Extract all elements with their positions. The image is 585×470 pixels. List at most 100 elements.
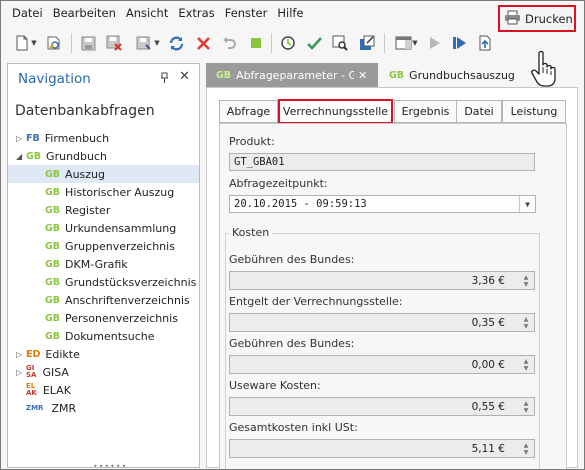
check-icon[interactable]	[305, 34, 323, 52]
application-window: Datei Bearbeiten Ansicht Extras Fenster …	[0, 0, 585, 470]
expand-icon[interactable]: ▷	[16, 134, 22, 143]
kosten-group	[225, 233, 540, 469]
tab-ergebnis[interactable]: Ergebnis	[394, 100, 457, 123]
elak-badge-icon: EL AK	[26, 382, 37, 397]
inner-tab-bar: Abfrage Verrechnungsstelle Ergebnis Date…	[219, 99, 567, 124]
toolbar-separator	[384, 33, 385, 53]
menu-hilfe[interactable]: Hilfe	[272, 6, 308, 20]
menu-extras[interactable]: Extras	[173, 6, 219, 20]
pin-icon[interactable]	[160, 72, 169, 86]
tree-item-anschriftenverzeichnis[interactable]: GB Anschriftenverzeichnis	[8, 291, 199, 309]
save-dropdown-arrow-icon[interactable]: ▼	[153, 34, 161, 52]
preview-search-icon[interactable]	[331, 34, 349, 52]
abfragezeitpunkt-value: 20.10.2015 - 09:59:13	[234, 198, 367, 210]
entgelt-verrechnungsstelle-field[interactable]: 0,35 € ▲ ▼	[229, 313, 535, 332]
open-search-icon[interactable]	[45, 34, 63, 52]
stop-icon[interactable]	[247, 34, 265, 52]
gisa-badge-icon: GI SA	[26, 364, 37, 379]
kosten-value: 0,35 €	[471, 316, 505, 329]
document-tab-bar: GB Abfrageparameter - Gru ✕ GB Grundbuch…	[206, 63, 584, 87]
save-as-icon[interactable]	[135, 34, 153, 52]
tab-verrechnungsstelle[interactable]: Verrechnungsstelle	[278, 99, 393, 124]
gebuehren-bundes-2-field[interactable]: 0,00 € ▲ ▼	[229, 355, 535, 374]
hand-cursor-icon	[529, 49, 563, 89]
chevron-down-icon[interactable]: ▼	[519, 196, 535, 212]
gb-badge-icon: GB	[45, 240, 61, 252]
doc-tab-abfrageparameter[interactable]: GB Abfrageparameter - Gru ✕	[206, 63, 378, 87]
menu-ansicht[interactable]: Ansicht	[121, 6, 173, 20]
tree-item-register[interactable]: GB Register	[8, 201, 199, 219]
new-dropdown-arrow-icon[interactable]: ▼	[29, 34, 39, 52]
printer-icon	[504, 10, 521, 28]
tree-item-dkm-grafik[interactable]: GB DKM-Grafik	[8, 255, 199, 273]
toolbar: ▼ ▼ ▼	[1, 27, 584, 59]
play-icon[interactable]	[426, 34, 444, 52]
menu-bearbeiten[interactable]: Bearbeiten	[48, 6, 121, 20]
tree-item-label: Firmenbuch	[44, 131, 110, 145]
gb-badge-icon: GB	[45, 276, 61, 288]
expand-icon[interactable]: ▷	[16, 368, 22, 377]
spin-arrows-icon[interactable]: ▲ ▼	[518, 272, 534, 289]
gb-badge-icon: GB	[45, 258, 61, 270]
tree-item-urkundensammlung[interactable]: GB Urkundensammlung	[8, 219, 199, 237]
tree-item-edikte[interactable]: ▷ ED Edikte	[8, 345, 199, 363]
spin-arrows-icon[interactable]: ▲ ▼	[518, 356, 534, 373]
gebuehren-bundes-field[interactable]: 3,36 € ▲ ▼	[229, 271, 535, 290]
spin-arrows-icon[interactable]: ▲ ▼	[518, 440, 534, 457]
expand-icon[interactable]: ▷	[16, 350, 22, 359]
spin-arrows-icon[interactable]: ▲ ▼	[518, 314, 534, 331]
kosten-label: Entgelt der Verrechnungsstelle:	[229, 295, 403, 308]
tree-item-historischer-auszug[interactable]: GB Historischer Auszug	[8, 183, 199, 201]
menu-fenster[interactable]: Fenster	[220, 6, 273, 20]
gb-badge-icon: GB	[45, 312, 61, 324]
kosten-label: Gesamtkosten inkl USt:	[229, 421, 358, 434]
kosten-label: Gebühren des Bundes:	[229, 253, 355, 266]
collapse-icon[interactable]: ◢	[16, 152, 22, 161]
tree-item-auszug[interactable]: GB Auszug	[8, 165, 199, 183]
gesamtkosten-field[interactable]: 5,11 € ▲ ▼	[229, 439, 535, 458]
tab-leistung[interactable]: Leistung	[502, 100, 566, 123]
doc-tab-grundbuchsauszug[interactable]: GB Grundbuchsauszug	[379, 63, 515, 87]
save-icon[interactable]	[79, 34, 97, 52]
content-area: Abfrage Verrechnungsstelle Ergebnis Date…	[206, 87, 578, 469]
tab-datei[interactable]: Datei	[456, 100, 502, 123]
delete-icon[interactable]	[194, 34, 212, 52]
undo-icon[interactable]	[220, 34, 238, 52]
refresh-icon[interactable]	[167, 34, 185, 52]
tree-item-grundstuecksverzeichnis[interactable]: GB Grundstücksverzeichnis	[8, 273, 199, 291]
spin-arrows-icon[interactable]: ▲ ▼	[518, 398, 534, 415]
print-button[interactable]: Drucken	[498, 5, 576, 32]
save-close-icon[interactable]	[105, 34, 123, 52]
tree-item-grundbuch[interactable]: ◢ GB Grundbuch	[8, 147, 199, 165]
timer-icon[interactable]	[279, 34, 297, 52]
fb-badge-icon: FB	[26, 132, 40, 144]
navigation-panel: Navigation ✕ Datenbankabfragen ▷ FB Firm…	[7, 63, 200, 469]
tree-item-zmr[interactable]: ZMR ZMR	[8, 399, 199, 417]
abfragezeitpunkt-field[interactable]: 20.10.2015 - 09:59:13 ▼	[229, 195, 536, 213]
tree-item-label: Edikte	[45, 347, 80, 361]
layout-dropdown-arrow-icon[interactable]: ▼	[411, 34, 419, 52]
tree-item-label: Personenverzeichnis	[65, 311, 178, 325]
tree-item-label: Auszug	[65, 167, 106, 181]
gb-badge-icon: GB	[216, 69, 232, 81]
tree-item-gisa[interactable]: ▷ GI SA GISA	[8, 363, 199, 381]
navigation-subtitle: Datenbankabfragen	[15, 103, 155, 119]
layout-icon[interactable]	[394, 34, 412, 52]
tree-item-gruppenverzeichnis[interactable]: GB Gruppenverzeichnis	[8, 237, 199, 255]
tree-item-label: GISA	[42, 365, 69, 379]
export-icon[interactable]	[358, 34, 376, 52]
menu-datei[interactable]: Datei	[7, 6, 48, 20]
upload-icon[interactable]	[476, 34, 494, 52]
resize-grip-icon[interactable]: ••••••	[93, 462, 127, 469]
tree-item-dokumentsuche[interactable]: GB Dokumentsuche	[8, 327, 199, 345]
useware-kosten-field[interactable]: 0,55 € ▲ ▼	[229, 397, 535, 416]
gb-badge-icon: GB	[45, 222, 61, 234]
tab-abfrage[interactable]: Abfrage	[219, 100, 278, 123]
step-forward-icon[interactable]	[450, 34, 468, 52]
tree-item-elak[interactable]: EL AK ELAK	[8, 381, 199, 399]
tree-item-personenverzeichnis[interactable]: GB Personenverzeichnis	[8, 309, 199, 327]
tab-close-icon[interactable]: ✕	[358, 69, 367, 82]
navigation-close-icon[interactable]: ✕	[179, 69, 190, 84]
produkt-label: Produkt:	[229, 135, 275, 148]
tree-item-firmenbuch[interactable]: ▷ FB Firmenbuch	[8, 129, 199, 147]
